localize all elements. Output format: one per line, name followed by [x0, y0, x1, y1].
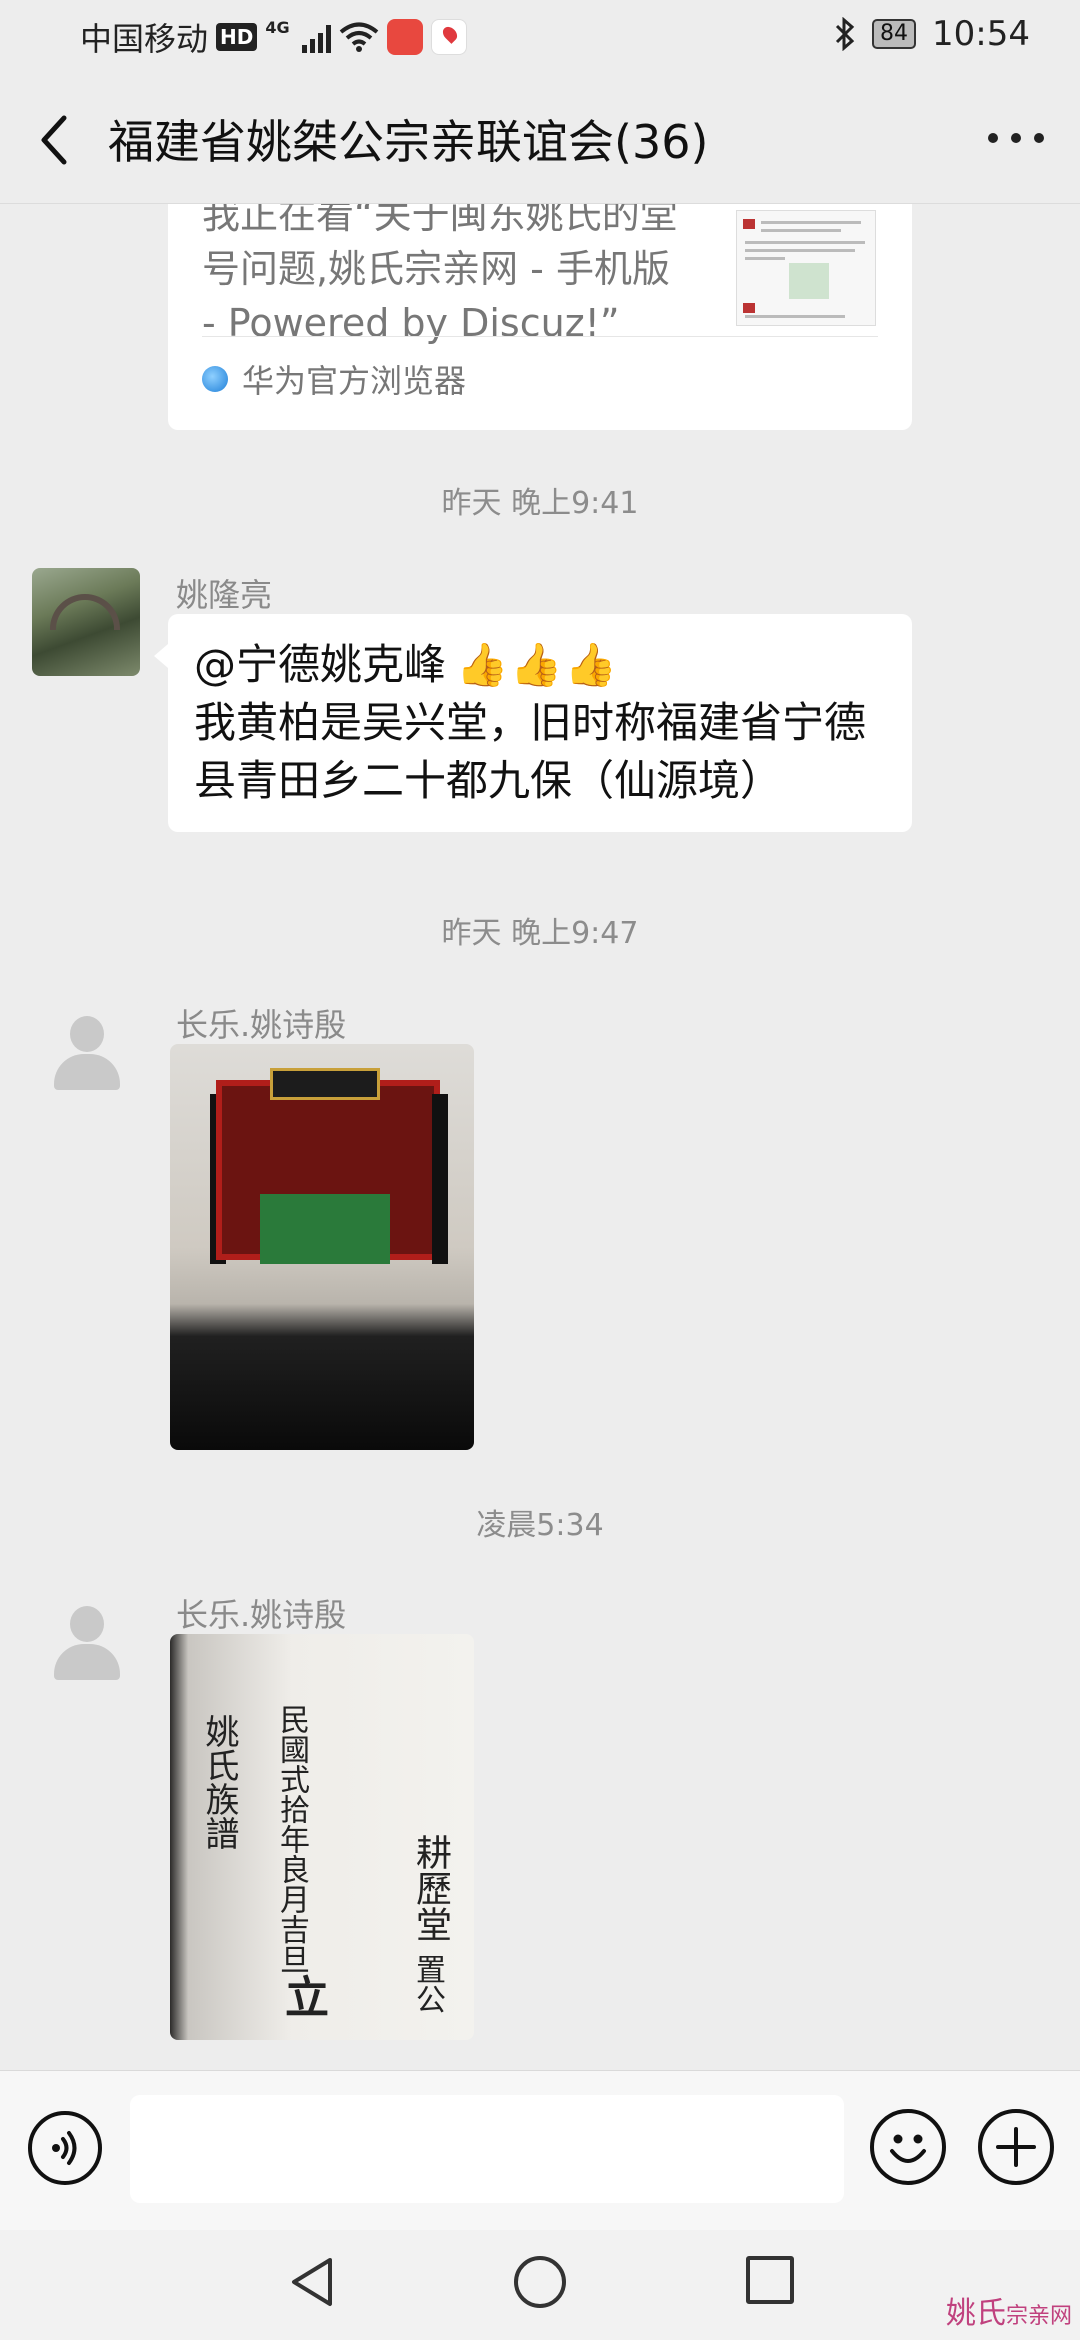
link-thumbnail: [736, 210, 876, 326]
carrier-name: 中国移动: [80, 20, 209, 58]
image-message-genealogy[interactable]: 姚氏族譜 民國式拾年良月吉旦 立 耕歷堂 置公: [170, 1634, 474, 2040]
shared-link-card[interactable]: 我正在看“关于闽东姚氏的堂号问题,姚氏宗亲网 - 手机版 - Powered b…: [168, 204, 912, 430]
location-notification-icon: [430, 19, 467, 55]
watermark-main: 姚氏: [945, 2296, 1006, 2331]
sender-name: 姚隆亮: [176, 576, 273, 614]
network-type: 4G: [265, 17, 290, 37]
timestamp: 凌晨5:34: [476, 1508, 604, 1543]
mention-text: @宁德姚克峰: [194, 640, 447, 689]
link-card-divider: [202, 336, 878, 337]
more-options-button[interactable]: [988, 126, 1044, 150]
message-input[interactable]: [130, 2095, 844, 2203]
link-card-text: 我正在看“关于闽东姚氏的堂号问题,姚氏宗亲网 - 手机版 - Powered b…: [202, 204, 678, 345]
nav-home-icon[interactable]: [514, 2256, 566, 2308]
timestamp: 昨天 晚上9:41: [441, 486, 639, 521]
nav-back-icon[interactable]: [286, 2254, 338, 2310]
status-right: 84 10:54: [834, 14, 1030, 54]
smiley-icon: [890, 2134, 926, 2163]
browser-icon: [202, 366, 228, 392]
voice-icon: [52, 2131, 77, 2165]
input-bar: [0, 2070, 1080, 2230]
thumbs-up-emoji: 👍👍👍: [456, 640, 619, 689]
dot-icon: [988, 133, 998, 143]
chat-header: 福建省姚桀公宗亲联谊会(36): [0, 72, 1080, 204]
dot-icon: [1034, 133, 1044, 143]
voice-input-button[interactable]: [28, 2111, 102, 2185]
chat-title: 福建省姚桀公宗亲联谊会(36): [108, 115, 709, 169]
message-list[interactable]: 我正在看“关于闽东姚氏的堂号问题,姚氏宗亲网 - 手机版 - Powered b…: [0, 204, 1080, 2070]
wifi-icon: [339, 22, 378, 52]
image-message-shrine[interactable]: [170, 1044, 474, 1450]
nav-recent-apps-icon[interactable]: [746, 2256, 794, 2304]
dot-icon: [1011, 133, 1021, 143]
more-functions-button[interactable]: [978, 2109, 1054, 2185]
back-arrow-icon[interactable]: [30, 110, 80, 170]
battery-indicator: 84: [872, 19, 917, 49]
system-nav-bar: 姚氏宗亲网: [0, 2230, 1080, 2340]
status-left: 中国移动 HD 4G: [80, 14, 467, 60]
signal-icon: [301, 21, 331, 53]
sender-name: 长乐.姚诗殷: [176, 1596, 347, 1634]
plus-icon: [996, 2127, 1036, 2167]
watermark-sub: 宗亲网: [1005, 2304, 1072, 2329]
bluetooth-icon: [835, 17, 855, 51]
app-notification-icon: [386, 19, 423, 55]
photo-text-big: 立: [277, 1974, 328, 2018]
photo-text-tail: 置公: [410, 1954, 445, 2014]
photo-text-date: 民國式拾年良月吉旦: [274, 1704, 309, 1974]
message-text: 我黄柏是吴兴堂，旧时称福建省宁德县青田乡二十都九保（仙源境）: [194, 698, 867, 805]
photo-text-hall: 耕歷堂: [410, 1834, 451, 1942]
avatar[interactable]: [32, 1000, 140, 1108]
status-bar: 中国移动 HD 4G 84 10:54: [0, 0, 1080, 72]
avatar[interactable]: [32, 1590, 140, 1698]
clock: 10:54: [932, 14, 1030, 54]
timestamp: 昨天 晚上9:47: [441, 916, 639, 951]
link-source: 华为官方浏览器: [202, 356, 466, 402]
link-source-label: 华为官方浏览器: [242, 362, 467, 400]
hd-badge: HD: [216, 23, 258, 51]
emoji-button[interactable]: [870, 2109, 946, 2185]
sender-name: 长乐.姚诗殷: [176, 1006, 347, 1044]
text-message-bubble[interactable]: @宁德姚克峰 👍👍👍 我黄柏是吴兴堂，旧时称福建省宁德县青田乡二十都九保（仙源境）: [154, 614, 912, 832]
avatar[interactable]: [32, 568, 140, 676]
photo-text-title: 姚氏族譜: [199, 1714, 239, 1850]
watermark: 姚氏宗亲网: [946, 2288, 1072, 2332]
